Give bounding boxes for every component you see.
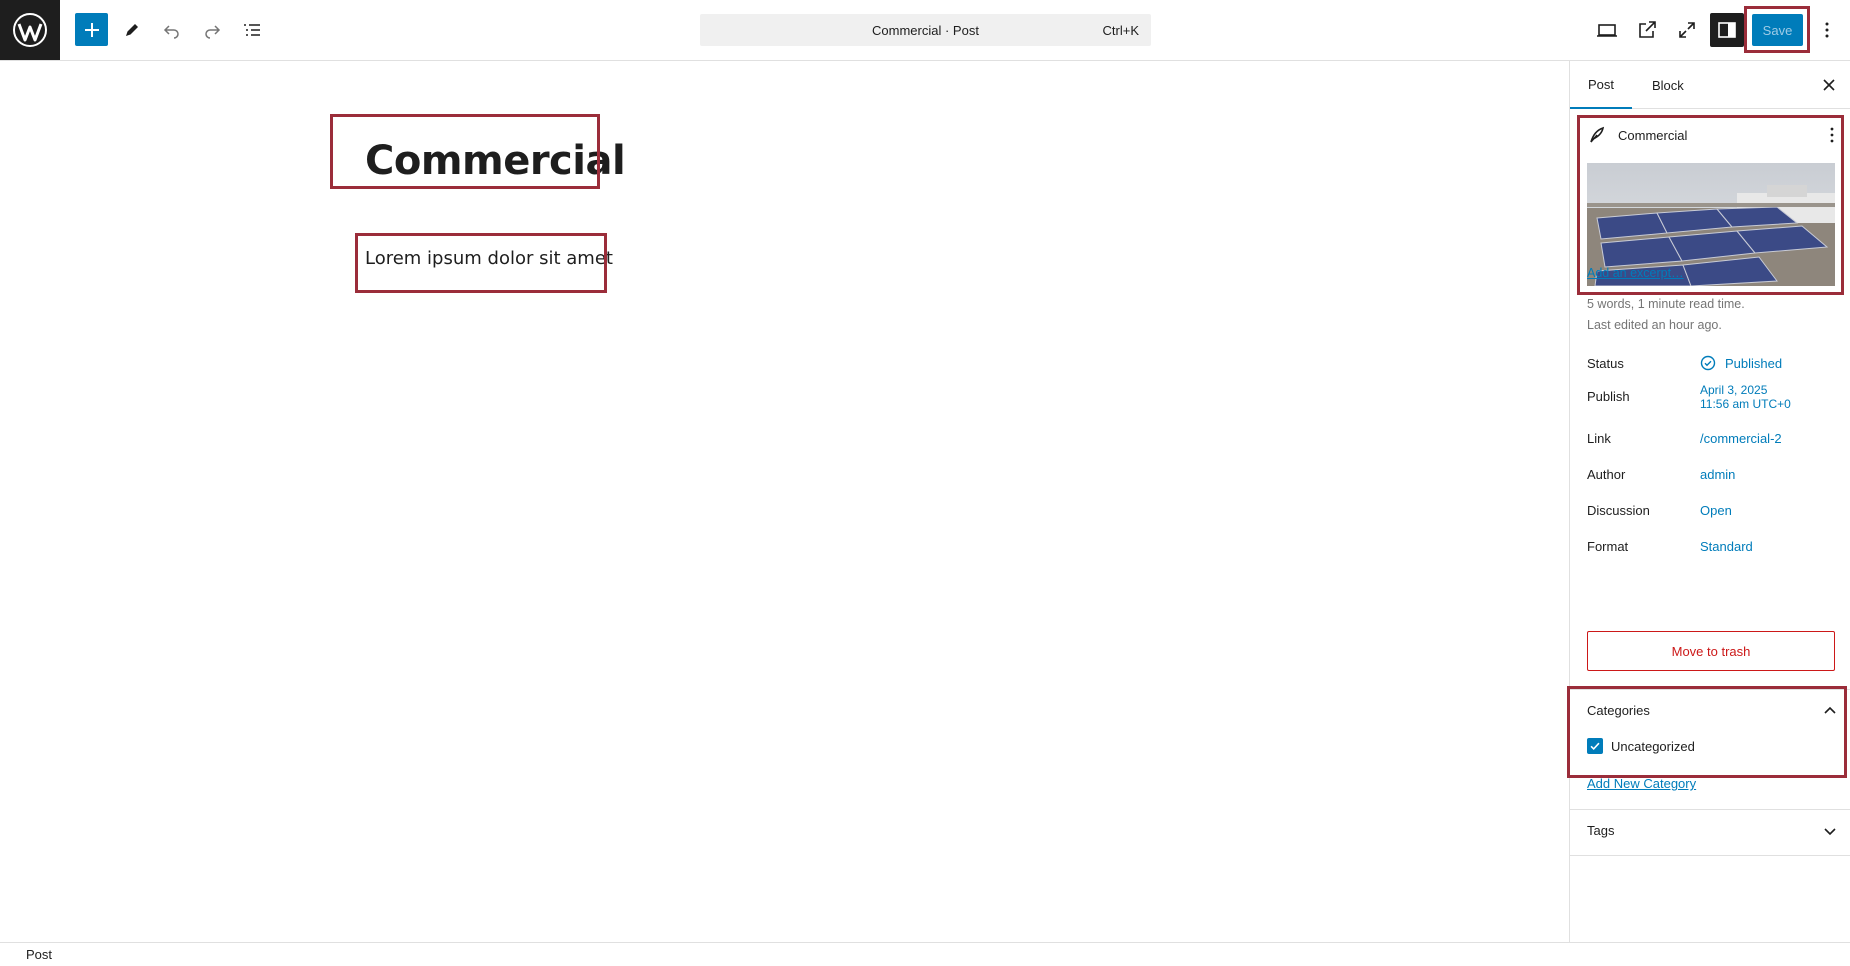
save-button[interactable]: Save <box>1752 14 1803 46</box>
tab-post[interactable]: Post <box>1570 61 1633 109</box>
options-menu-button[interactable] <box>1810 13 1844 47</box>
list-view-icon <box>244 24 260 36</box>
publish-date[interactable]: April 3, 2025 <box>1700 383 1767 397</box>
categories-title[interactable]: Categories <box>1587 703 1650 718</box>
top-toolbar: Commercial · Post Ctrl+K Save <box>0 0 1850 61</box>
chevron-up-icon <box>1824 706 1836 714</box>
fullscreen-button[interactable] <box>1670 13 1704 47</box>
post-type-icon <box>1587 125 1607 145</box>
more-vertical-icon <box>1825 22 1829 38</box>
categories-toggle[interactable] <box>1820 701 1840 721</box>
category-label: Uncategorized <box>1611 739 1695 754</box>
link-value[interactable]: /commercial-2 <box>1700 431 1782 446</box>
post-card-title: Commercial <box>1618 128 1688 143</box>
publish-time[interactable]: 11:56 am UTC+0 <box>1700 397 1791 411</box>
publish-label: Publish <box>1587 389 1630 404</box>
status-footer: Post <box>0 942 1850 966</box>
discussion-value[interactable]: Open <box>1700 503 1732 518</box>
external-link-icon <box>1639 21 1656 38</box>
pencil-icon <box>126 24 138 36</box>
command-palette-bar[interactable]: Commercial · Post Ctrl+K <box>700 14 1151 46</box>
status-label: Status <box>1587 356 1624 371</box>
last-edited: Last edited an hour ago. <box>1587 318 1722 332</box>
paragraph-block[interactable]: Lorem ipsum dolor sit amet <box>365 248 613 269</box>
feather-icon <box>1590 126 1605 143</box>
tags-title[interactable]: Tags <box>1587 823 1614 838</box>
document-title: Commercial · Post <box>872 22 979 38</box>
chevron-down-icon <box>1824 828 1836 836</box>
undo-button[interactable] <box>155 13 189 47</box>
document-overview-button[interactable] <box>235 13 269 47</box>
breadcrumb[interactable]: Post <box>26 947 52 962</box>
desktop-icon <box>1597 24 1617 37</box>
settings-toggle-button[interactable] <box>1710 13 1744 47</box>
preview-button[interactable] <box>1590 13 1624 47</box>
redo-button[interactable] <box>195 13 229 47</box>
format-label: Format <box>1587 539 1629 554</box>
author-value[interactable]: admin <box>1700 467 1735 482</box>
undo-icon <box>163 25 179 39</box>
panel-divider <box>1570 855 1850 856</box>
post-actions-button[interactable] <box>1822 125 1842 145</box>
move-to-trash-button[interactable]: Move to trash <box>1587 631 1835 671</box>
word-count: 5 words, 1 minute read time. <box>1587 297 1745 311</box>
uncategorized-checkbox[interactable] <box>1587 738 1603 754</box>
format-value[interactable]: Standard <box>1700 539 1753 554</box>
add-block-button[interactable] <box>75 13 108 46</box>
plus-icon <box>84 22 99 37</box>
status-value[interactable]: Published <box>1725 356 1782 371</box>
tab-block[interactable]: Block <box>1634 61 1702 109</box>
tools-button[interactable] <box>115 13 149 47</box>
discussion-label: Discussion <box>1587 503 1650 518</box>
add-new-category-link[interactable]: Add New Category <box>1587 776 1696 791</box>
sidebar-icon <box>1718 22 1736 38</box>
panel-divider <box>1570 809 1850 810</box>
check-icon <box>1590 742 1600 751</box>
fullscreen-icon <box>1679 22 1695 38</box>
close-icon <box>1823 79 1835 91</box>
editor-canvas <box>0 61 1569 942</box>
link-label: Link <box>1587 431 1611 446</box>
wordpress-logo-icon[interactable] <box>0 0 60 60</box>
add-excerpt-link[interactable]: Add an excerpt… <box>1587 266 1684 280</box>
close-sidebar-button[interactable] <box>1817 73 1841 97</box>
panel-divider <box>1570 689 1850 690</box>
view-post-button[interactable] <box>1630 13 1664 47</box>
published-check-icon <box>1700 355 1716 371</box>
tags-toggle[interactable] <box>1820 821 1840 841</box>
more-vertical-icon <box>1830 127 1834 143</box>
sidebar-tabs: Post Block <box>1570 61 1850 109</box>
post-title[interactable]: Commercial <box>365 138 626 184</box>
redo-icon <box>205 25 221 39</box>
settings-sidebar: Post Block Commercial Add an excerpt… 5 … <box>1569 61 1850 942</box>
shortcut-hint: Ctrl+K <box>1102 22 1139 38</box>
author-label: Author <box>1587 467 1626 482</box>
